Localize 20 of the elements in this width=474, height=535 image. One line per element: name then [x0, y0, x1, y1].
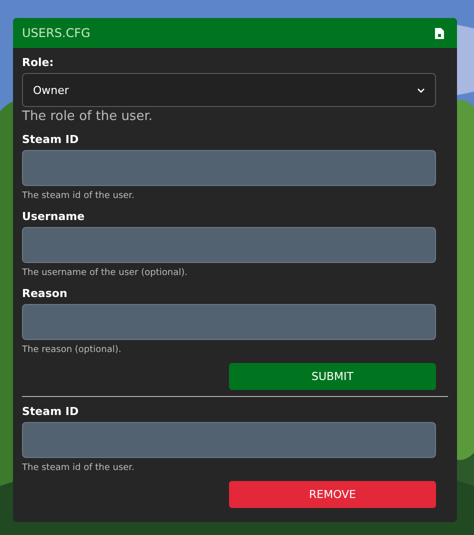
role-dropdown[interactable]: Owner: [22, 73, 436, 107]
field-label: Username: [22, 210, 86, 224]
help-text: The steam id of the user.: [22, 190, 136, 202]
chevron-down-icon: [417, 88, 425, 92]
input-field[interactable]: [22, 150, 436, 186]
field-label: Role:: [22, 56, 55, 70]
help-text: The reason (optional).: [22, 344, 122, 356]
input-field[interactable]: [22, 227, 436, 263]
field-label: Steam ID: [22, 133, 80, 147]
help-text: The steam id of the user.: [22, 462, 136, 474]
input-field[interactable]: [22, 304, 436, 340]
file-icon: [435, 28, 444, 38]
field-label: Steam ID: [22, 405, 80, 419]
field-label: Reason: [22, 287, 68, 301]
help-text: The role of the user.: [22, 109, 154, 125]
submit-button[interactable]: SUBMIT: [229, 363, 436, 390]
remove-button[interactable]: REMOVE: [229, 481, 436, 508]
help-text: The username of the user (optional).: [22, 267, 188, 279]
input-field[interactable]: [22, 422, 436, 458]
panel-title: USERS.CFG: [22, 26, 90, 40]
